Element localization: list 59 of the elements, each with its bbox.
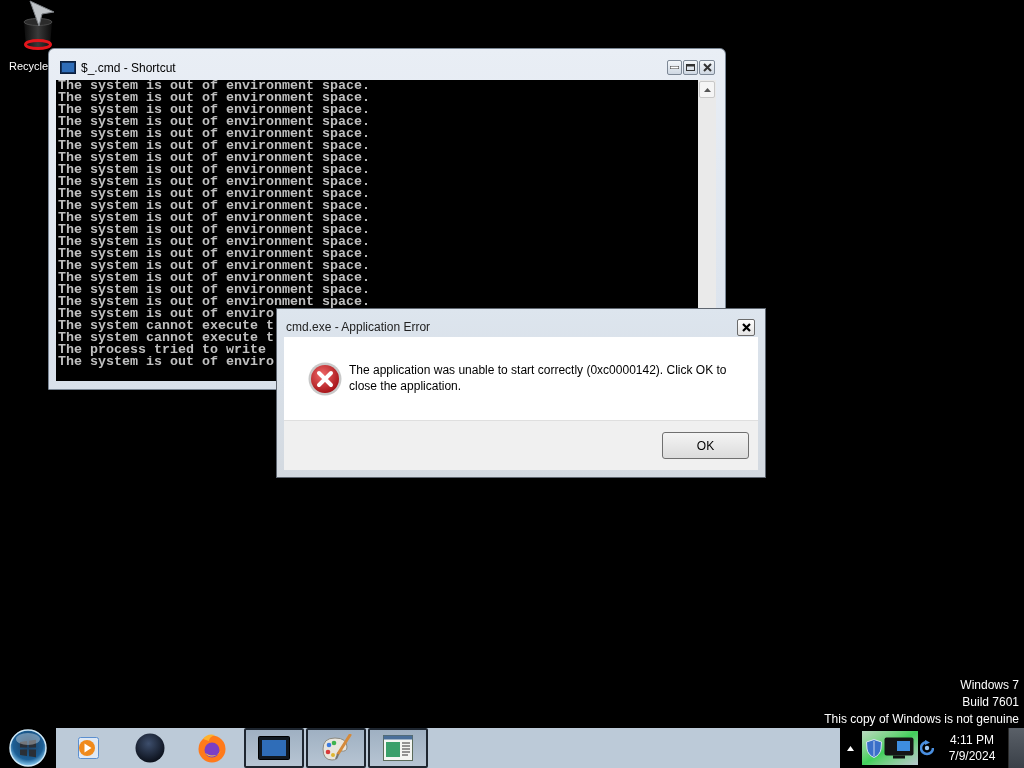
ok-button[interactable]: OK: [662, 432, 749, 459]
console-icon: [60, 61, 76, 74]
genuine-notice-text: This copy of Windows is not genuine: [824, 711, 1019, 728]
monitor-icon[interactable]: [884, 737, 914, 759]
console-line: The system is out of environment space.: [58, 140, 370, 152]
taskbar-button[interactable]: [368, 728, 428, 768]
console-line: The system is out of environment space.: [58, 260, 370, 272]
dialog-title: cmd.exe - Application Error: [286, 320, 431, 334]
console-line: The system is out of environment space.: [58, 152, 370, 164]
circular-arrow-icon[interactable]: [920, 740, 934, 756]
minimize-button[interactable]: [667, 60, 682, 75]
console-line: The system is out of environment space.: [58, 104, 370, 116]
console-line: The system is out of environment space.: [58, 128, 370, 140]
close-icon: [702, 63, 712, 72]
start-button[interactable]: [9, 729, 47, 767]
console-line: The system cannot execute t: [58, 332, 274, 344]
error-icon: [308, 362, 342, 396]
console-line: The system is out of environment space.: [58, 272, 370, 284]
flame-globe-icon: [197, 733, 227, 763]
edition-text: Windows 7: [960, 677, 1019, 694]
paint-palette-icon: [320, 734, 352, 762]
shield-icon[interactable]: [866, 738, 882, 758]
desktop-icon-label[interactable]: Recycle: [9, 59, 49, 73]
maximize-icon: [686, 64, 695, 71]
up-arrow-icon: [703, 87, 711, 92]
console-line: The system is out of enviro: [58, 356, 274, 368]
close-button[interactable]: [737, 318, 755, 336]
console-line: The system is out of environment space.: [58, 176, 370, 188]
build-text: Build 7601: [962, 694, 1019, 711]
play-icon: [75, 735, 101, 761]
console-line: The system is out of environment space.: [58, 248, 370, 260]
window-title: $_.cmd - Shortcut: [81, 60, 176, 75]
taskbar-button[interactable]: [244, 728, 304, 768]
console-line: The system is out of environment space.: [58, 212, 370, 224]
minimize-icon: [670, 66, 679, 69]
up-arrow-icon: [846, 745, 854, 751]
console-line: The system is out of environment space.: [58, 200, 370, 212]
console-line: The system cannot execute t: [58, 320, 274, 332]
console-line: The process tried to write: [58, 344, 266, 356]
console-line: The system is out of environment space.: [58, 224, 370, 236]
start-orb-icon: [9, 729, 47, 767]
document-window-icon: [383, 735, 413, 761]
console-line: The system is out of environment space.: [58, 296, 370, 308]
console-line: The system is out of environment space.: [58, 164, 370, 176]
close-icon: [741, 322, 751, 332]
clock-button[interactable]: 4:11 PM 7/9/2024: [938, 728, 1006, 768]
console-line: The system is out of environment space.: [58, 116, 370, 128]
taskbar-button[interactable]: [306, 728, 366, 768]
dark-sphere-icon: [135, 733, 165, 763]
close-button[interactable]: [699, 60, 715, 75]
console-line: The system is out of environment space.: [58, 236, 370, 248]
console-line: The system is out of enviro: [58, 308, 274, 320]
console-line: The system is out of environment space.: [58, 92, 370, 104]
console-line: The system is out of environment space.: [58, 284, 370, 296]
console-window-icon: [258, 736, 290, 760]
console-line: The system is out of environment space.: [58, 188, 370, 200]
error-message: The application was unable to start correctly (0xc0000142). Click OK to close the application.: [349, 362, 728, 394]
scroll-up-button[interactable]: [699, 81, 715, 98]
maximize-button[interactable]: [683, 60, 698, 75]
